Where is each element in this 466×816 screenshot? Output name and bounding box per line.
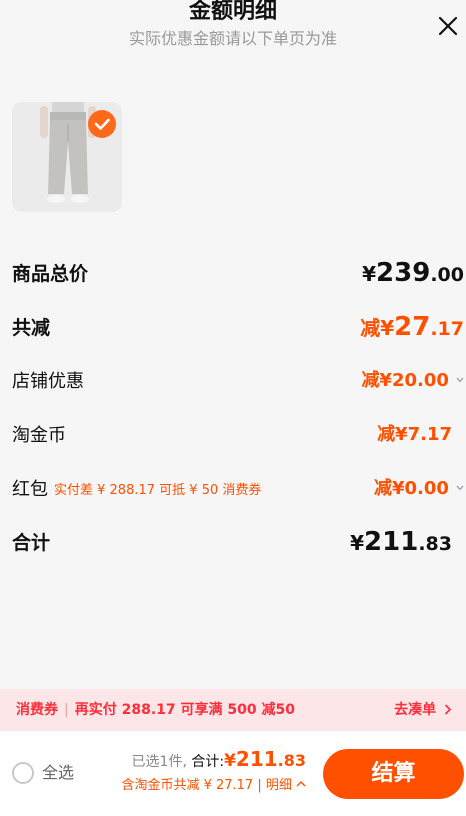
coupon-condition: 再实付 288.17 可享满 500 减50 xyxy=(74,702,295,718)
taobao-coins-value: 减¥7.17 xyxy=(377,424,452,445)
add-items-link[interactable]: 去凑单 xyxy=(394,700,452,720)
red-packet-label: 红包 xyxy=(12,479,48,500)
checkout-button[interactable]: 结算 xyxy=(323,749,464,799)
selected-count: 已选1件, xyxy=(131,754,187,770)
shop-discount-value[interactable]: 减¥20.00 xyxy=(361,366,464,396)
shop-discount-label: 店铺优惠 xyxy=(12,371,84,392)
taobao-coins-label: 淘金币 xyxy=(12,425,66,446)
chevron-right-icon xyxy=(444,704,452,715)
row-red-packet[interactable]: 红包 实付差 ¥ 288.17 可抵 ¥ 50 消费券 减¥0.00 xyxy=(12,472,464,508)
coupon-promo-bar[interactable]: 消费券 | 再实付 288.17 可享满 500 减50 去凑单 xyxy=(0,689,466,731)
red-packet-value[interactable]: 减¥0.00 xyxy=(374,474,464,504)
row-sum: 合计 ¥211.83 xyxy=(12,525,464,561)
chevron-down-icon xyxy=(456,485,464,491)
close-icon[interactable] xyxy=(438,16,458,36)
coupon-tag: 消费券 xyxy=(16,702,58,718)
row-total-reduction: 共减 减¥27.17 xyxy=(12,310,464,346)
page-subtitle: 实际优惠金额请以下单页为准 xyxy=(128,29,337,48)
coupon-promo-text: 消费券 | 再实付 288.17 可享满 500 减50 xyxy=(16,702,295,718)
check-icon[interactable] xyxy=(88,110,116,138)
coin-detail-toggle[interactable]: 含淘金币共减 ¥ 27.17 | 明细 xyxy=(121,776,306,796)
sum-value: ¥211.83 xyxy=(350,527,452,557)
bottom-bar: 全选 已选1件, 合计:¥211.83 含淘金币共减 ¥ 27.17 | 明细 … xyxy=(0,731,466,816)
select-all-radio[interactable] xyxy=(12,762,34,784)
chevron-up-icon xyxy=(296,781,306,787)
total-reduction-value: 减¥27.17 xyxy=(360,312,464,342)
total-reduction-label: 共减 xyxy=(12,317,51,339)
total-price-label: 商品总价 xyxy=(12,263,89,285)
row-taobao-coins: 淘金币 减¥7.17 xyxy=(12,418,464,454)
header: 金额明细 实际优惠金额请以下单页为准 xyxy=(0,0,466,56)
order-summary: 已选1件, 合计:¥211.83 含淘金币共减 ¥ 27.17 | 明细 xyxy=(121,747,306,796)
row-total-price: 商品总价 ¥239.00 xyxy=(12,256,464,292)
row-shop-discount[interactable]: 店铺优惠 减¥20.00 xyxy=(12,364,464,400)
total-price-value: ¥239.00 xyxy=(362,258,464,288)
red-packet-hint: 实付差 ¥ 288.17 可抵 ¥ 50 消费券 xyxy=(54,483,262,498)
sum-label: 合计 xyxy=(12,532,51,554)
total-label: 合计: xyxy=(191,754,225,770)
page-title: 金额明细 xyxy=(188,0,277,24)
select-all-label[interactable]: 全选 xyxy=(42,763,74,783)
chevron-down-icon xyxy=(456,377,464,383)
